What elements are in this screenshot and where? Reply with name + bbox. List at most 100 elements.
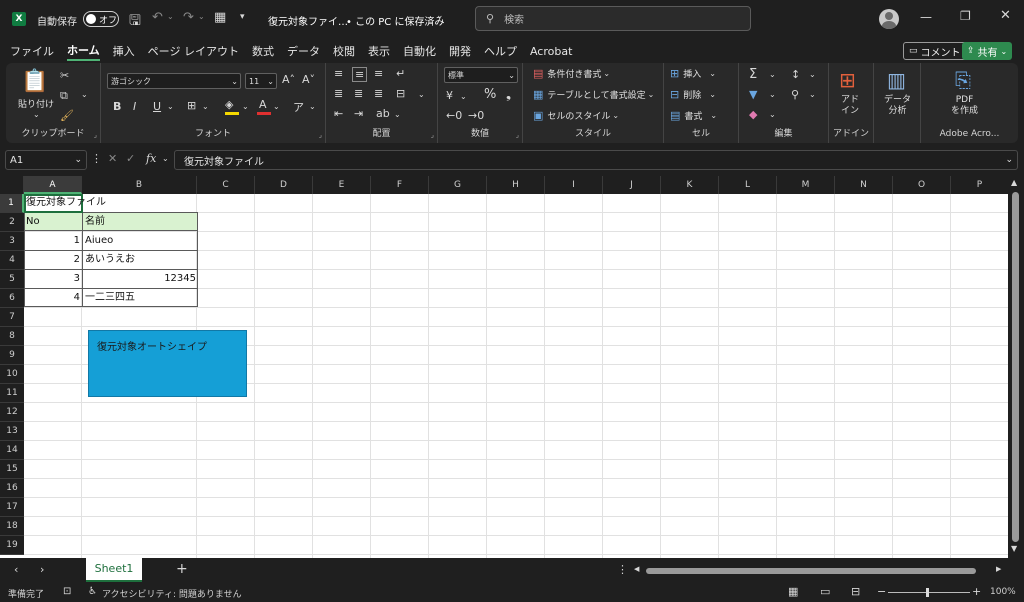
- autosum-icon[interactable]: Σ: [749, 67, 757, 82]
- orientation-icon[interactable]: ab: [376, 107, 390, 120]
- search-box[interactable]: ⚲ 検索: [475, 6, 751, 31]
- row-header-1[interactable]: 1: [0, 194, 24, 213]
- column-header-o[interactable]: O: [893, 176, 951, 194]
- sheet-tab-sheet1[interactable]: Sheet1: [86, 558, 142, 582]
- zoom-in-icon[interactable]: +: [972, 585, 981, 598]
- undo-icon[interactable]: ↶: [152, 10, 163, 25]
- tab-formulas[interactable]: 数式: [252, 43, 274, 59]
- font-color-icon[interactable]: A: [259, 98, 267, 111]
- fill-color-dropdown-icon[interactable]: ⌄: [242, 102, 249, 111]
- row-header-15[interactable]: 15: [0, 460, 24, 479]
- align-left-icon[interactable]: ≣: [334, 87, 343, 100]
- addins-icon[interactable]: ⊞: [839, 68, 856, 92]
- next-sheet-icon[interactable]: ›: [40, 563, 44, 576]
- decrease-indent-icon[interactable]: ⇤: [334, 107, 343, 120]
- accessibility-status[interactable]: アクセシビリティ: 問題ありません: [102, 587, 242, 600]
- row-header-17[interactable]: 17: [0, 498, 24, 517]
- minimize-icon[interactable]: —: [920, 10, 932, 24]
- formula-expand-icon[interactable]: ⌄: [162, 154, 169, 163]
- create-pdf-button[interactable]: PDF を作成: [951, 95, 978, 117]
- restore-icon[interactable]: ❐: [960, 9, 971, 23]
- row-header-14[interactable]: 14: [0, 441, 24, 460]
- column-header-i[interactable]: I: [545, 176, 603, 194]
- row-header-10[interactable]: 10: [0, 365, 24, 384]
- horizontal-scroll-thumb[interactable]: [646, 568, 976, 574]
- save-status-chevron-icon[interactable]: ⌄: [436, 11, 444, 21]
- column-header-d[interactable]: D: [255, 176, 313, 194]
- column-header-p[interactable]: P: [951, 176, 1008, 194]
- tab-help[interactable]: ヘルプ: [484, 43, 517, 59]
- cell-B3[interactable]: Aiueo: [83, 232, 115, 251]
- copy-dropdown-icon[interactable]: ⌄: [81, 90, 88, 99]
- addins-button[interactable]: アド イン: [841, 95, 859, 117]
- column-header-f[interactable]: F: [371, 176, 429, 194]
- percent-icon[interactable]: %: [484, 87, 496, 102]
- cancel-icon[interactable]: ✕: [108, 152, 117, 165]
- number-format-select[interactable]: 標準 ⌄: [444, 67, 518, 83]
- align-top-icon[interactable]: ≡: [334, 67, 343, 80]
- formula-input[interactable]: 復元対象ファイル ⌄: [174, 150, 1018, 170]
- comma-icon[interactable]: ❟: [506, 87, 511, 102]
- delete-cells-button[interactable]: ⊟ 削除 ⌄: [670, 88, 716, 101]
- scroll-down-icon[interactable]: ▼: [1011, 544, 1017, 553]
- column-header-l[interactable]: L: [719, 176, 777, 194]
- cell-A5[interactable]: 3: [24, 270, 82, 289]
- format-painter-icon[interactable]: 🖌: [60, 109, 74, 122]
- accounting-icon[interactable]: ¥: [446, 89, 453, 102]
- phonetic-icon[interactable]: ア: [293, 99, 304, 115]
- close-icon[interactable]: ✕: [1000, 8, 1011, 23]
- row-header-7[interactable]: 7: [0, 308, 24, 327]
- orientation-dropdown-icon[interactable]: ⌄: [394, 110, 401, 119]
- border-dropdown-icon[interactable]: ⌄: [202, 102, 209, 111]
- increase-indent-icon[interactable]: ⇥: [354, 107, 363, 120]
- row-header-3[interactable]: 3: [0, 232, 24, 251]
- sort-filter-icon[interactable]: ↕: [791, 68, 800, 81]
- autoshape-rectangle[interactable]: 復元対象オートシェイプ: [88, 330, 247, 397]
- enter-icon[interactable]: ✓: [126, 152, 135, 165]
- column-header-k[interactable]: K: [661, 176, 719, 194]
- align-center-icon[interactable]: ≣: [354, 87, 363, 100]
- add-sheet-button[interactable]: +: [176, 561, 188, 577]
- cell-A1[interactable]: 復元対象ファイル: [24, 194, 108, 213]
- column-header-m[interactable]: M: [777, 176, 835, 194]
- fill-color-icon[interactable]: ◈: [225, 98, 233, 111]
- page-layout-view-icon[interactable]: ▭: [820, 585, 830, 598]
- fill-icon[interactable]: ▼: [749, 88, 757, 101]
- save-icon[interactable]: 🖫: [129, 10, 141, 34]
- column-header-a[interactable]: A: [24, 176, 82, 194]
- autosave-toggle[interactable]: オフ: [83, 11, 119, 27]
- zoom-level[interactable]: 100%: [990, 587, 1016, 597]
- merge-dropdown-icon[interactable]: ⌄: [418, 90, 425, 99]
- tab-file[interactable]: ファイル: [10, 43, 54, 59]
- sort-filter-dropdown-icon[interactable]: ⌄: [809, 70, 816, 79]
- more-options-icon[interactable]: ⋮: [91, 152, 102, 165]
- cell-A3[interactable]: 1: [24, 232, 82, 251]
- paste-label[interactable]: 貼り付け: [18, 97, 54, 110]
- clear-icon[interactable]: ◆: [749, 108, 757, 121]
- underline-button[interactable]: U: [153, 100, 161, 113]
- page-break-view-icon[interactable]: ⊟: [851, 585, 860, 598]
- phonetic-dropdown-icon[interactable]: ⌄: [309, 102, 316, 111]
- tab-view[interactable]: 表示: [368, 43, 390, 59]
- tab-home[interactable]: ホーム: [67, 42, 100, 61]
- accessibility-icon[interactable]: ♿: [88, 586, 97, 597]
- undo-dropdown-icon[interactable]: ⌄: [167, 12, 174, 21]
- scroll-right-icon[interactable]: ▶: [996, 565, 1001, 573]
- row-header-11[interactable]: 11: [0, 384, 24, 403]
- autosum-dropdown-icon[interactable]: ⌄: [769, 70, 776, 79]
- save-status[interactable]: • この PC に保存済み: [346, 13, 444, 28]
- find-dropdown-icon[interactable]: ⌄: [809, 90, 816, 99]
- data-analysis-icon[interactable]: ▥: [887, 68, 906, 92]
- align-middle-icon[interactable]: ≡: [352, 67, 368, 82]
- column-header-j[interactable]: J: [603, 176, 661, 194]
- increase-decimal-icon[interactable]: ←0: [446, 109, 462, 122]
- zoom-slider-thumb[interactable]: [926, 588, 929, 597]
- align-bottom-icon[interactable]: ≡: [374, 67, 383, 80]
- align-right-icon[interactable]: ≣: [374, 87, 383, 100]
- paste-dropdown-icon[interactable]: ⌄: [33, 110, 40, 119]
- copy-icon[interactable]: ⧉: [60, 89, 68, 103]
- tab-insert[interactable]: 挿入: [113, 43, 135, 59]
- increase-font-icon[interactable]: A˄: [282, 73, 295, 86]
- accounting-dropdown-icon[interactable]: ⌄: [460, 92, 467, 101]
- customize-qat-icon[interactable]: ▾: [240, 12, 245, 22]
